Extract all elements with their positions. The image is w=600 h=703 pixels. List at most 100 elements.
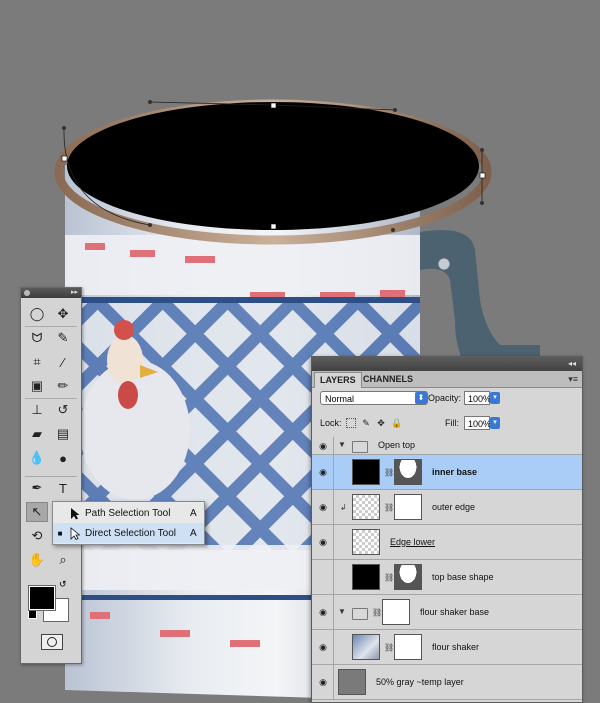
clone-stamp-tool-icon[interactable]: ⊥	[26, 400, 48, 420]
link-chain-icon[interactable]: ⛓	[384, 503, 394, 512]
pen-tool-icon[interactable]: ✒	[26, 478, 48, 498]
layer-mask-thumbnail[interactable]	[382, 599, 410, 625]
lock-all-icon[interactable]: 🔒	[391, 418, 402, 428]
folder-icon	[352, 607, 368, 620]
layer-row[interactable]: ◉ Edge lower	[312, 525, 582, 560]
visibility-toggle[interactable]: ◉	[312, 665, 334, 699]
tab-channels[interactable]: CHANNELS	[358, 372, 418, 387]
panel-menu-icon[interactable]: ▾≡	[568, 371, 578, 387]
blur-tool-icon[interactable]: 💧	[26, 448, 48, 468]
link-chain-icon[interactable]: ⛓	[384, 573, 394, 582]
layer-mask-thumbnail[interactable]	[394, 564, 422, 590]
expand-triangle-icon[interactable]: ▼	[338, 440, 346, 449]
move-tool-icon[interactable]: ✥	[52, 304, 74, 324]
link-chain-icon[interactable]: ⛓	[372, 608, 382, 617]
layer-thumbnail[interactable]	[352, 634, 380, 660]
visibility-toggle[interactable]: ◉	[312, 437, 334, 454]
history-brush-tool-icon[interactable]: ↺	[52, 400, 74, 420]
lock-position-icon[interactable]: ✥	[376, 418, 386, 428]
link-chain-icon[interactable]: ⛓	[384, 643, 394, 652]
direct-selection-tool-icon[interactable]: ↖	[26, 502, 48, 522]
menu-item-label: Path Selection Tool	[85, 507, 171, 519]
hand-tool-icon[interactable]: ✋	[26, 550, 48, 570]
menu-item-path-selection-tool[interactable]: Path Selection Tool A	[53, 503, 204, 523]
layer-thumbnail[interactable]	[352, 529, 380, 555]
layers-panel-titlebar[interactable]: ◂◂	[312, 357, 582, 371]
3d-rotate-tool-icon[interactable]: ⟲	[26, 526, 48, 546]
fill-dropdown-icon[interactable]: ▾	[490, 417, 500, 429]
link-chain-icon[interactable]: ⛓	[384, 468, 394, 477]
layer-name: flour shaker base	[420, 606, 490, 617]
tool-separator	[25, 476, 77, 477]
fill-field[interactable]: 100% ▾	[464, 416, 500, 430]
tools-palette-titlebar[interactable]: ▸▸	[21, 288, 81, 298]
blend-mode-select[interactable]: Normal ⬍	[320, 391, 428, 405]
layer-thumbnail[interactable]	[352, 494, 380, 520]
expand-icon[interactable]: ▸▸	[71, 288, 78, 298]
blend-mode-value: Normal	[325, 394, 355, 404]
eyedropper-tool-icon[interactable]: ⁄	[52, 352, 74, 372]
lock-transparency-icon[interactable]	[346, 418, 356, 428]
elliptical-marquee-tool-icon[interactable]: ◯	[26, 304, 48, 324]
opacity-value: 100%	[468, 394, 492, 404]
layer-name: outer edge	[432, 501, 476, 512]
foreground-color-swatch[interactable]	[28, 585, 56, 611]
quick-selection-tool-icon[interactable]: ✎	[52, 328, 74, 348]
layer-name: top base shape	[432, 571, 494, 582]
layer-row[interactable]: ◉ ↲ ⛓ outer edge	[312, 490, 582, 525]
eye-icon: ◉	[319, 677, 327, 687]
healing-brush-tool-icon[interactable]: ▣	[26, 376, 48, 396]
visibility-toggle[interactable]: ◉	[312, 630, 334, 664]
layer-name: Edge lower	[390, 536, 436, 547]
layer-thumbnail[interactable]	[352, 564, 380, 590]
visibility-toggle[interactable]	[312, 560, 334, 594]
opacity-dropdown-icon[interactable]: ▾	[490, 392, 500, 404]
quick-mask-icon	[47, 637, 57, 647]
zoom-tool-icon[interactable]: ⌕	[52, 550, 74, 570]
quick-mask-button[interactable]	[41, 634, 63, 650]
folder-icon	[352, 441, 368, 453]
menu-item-label: Direct Selection Tool	[85, 527, 176, 539]
layer-row[interactable]: ◉ ⛓ inner base	[312, 455, 582, 490]
brush-tool-icon[interactable]: ✏	[52, 376, 74, 396]
expand-triangle-icon[interactable]: ▼	[338, 607, 346, 616]
visibility-toggle[interactable]: ◉	[312, 490, 334, 524]
layer-mask-thumbnail[interactable]	[394, 459, 422, 485]
layer-thumbnail[interactable]	[338, 669, 366, 695]
eye-icon: ◉	[319, 440, 327, 451]
tab-layers[interactable]: LAYERS	[314, 372, 362, 388]
visibility-toggle[interactable]: ◉	[312, 595, 334, 629]
eye-icon: ◉	[319, 537, 327, 547]
visibility-toggle[interactable]: ◉	[312, 455, 334, 489]
direct-selection-arrow-icon	[67, 525, 83, 541]
layer-row[interactable]: ◉ 50% gray ~temp layer	[312, 665, 582, 700]
layer-name: 50% gray ~temp layer	[376, 676, 464, 687]
layer-thumbnail[interactable]	[352, 459, 380, 485]
lock-label: Lock:	[320, 418, 342, 428]
gradient-tool-icon[interactable]: ▤	[52, 424, 74, 444]
type-tool-icon[interactable]: T	[52, 478, 74, 498]
lasso-tool-icon[interactable]: ᗢ	[26, 328, 48, 348]
menu-item-direct-selection-tool[interactable]: ■ Direct Selection Tool A	[53, 523, 204, 543]
crop-tool-icon[interactable]: ⌗	[26, 352, 48, 372]
swap-colors-icon[interactable]: ↺	[59, 579, 67, 590]
collapse-icon[interactable]: ◂◂	[568, 357, 576, 371]
opacity-field[interactable]: 100% ▾	[464, 391, 500, 405]
eye-icon: ◉	[319, 467, 327, 477]
dodge-tool-icon[interactable]: ●	[52, 448, 74, 468]
layer-row[interactable]: ◉ ⛓ flour shaker	[312, 630, 582, 665]
visibility-toggle[interactable]: ◉	[312, 525, 334, 559]
layer-group-row[interactable]: ◉ ▼ ⛓ flour shaker base	[312, 595, 582, 630]
layer-row[interactable]: ⛓ top base shape	[312, 560, 582, 595]
layer-mask-thumbnail[interactable]	[394, 494, 422, 520]
close-icon[interactable]	[24, 290, 30, 296]
layer-list: ◉ ▼ Open top ◉ ⛓ inner base ◉ ↲ ⛓ outer edge ◉ Edge…	[312, 437, 582, 702]
layers-panel: ◂◂ LAYERS CHANNELS ▾≡ Normal ⬍ Opacity: …	[311, 356, 583, 703]
eraser-tool-icon[interactable]: ▰	[26, 424, 48, 444]
lock-image-icon[interactable]: ✎	[361, 418, 371, 428]
layer-group-row[interactable]: ◉ ▼ Open top	[312, 437, 582, 455]
layer-mask-thumbnail[interactable]	[394, 634, 422, 660]
default-colors-icon[interactable]	[28, 610, 37, 619]
menu-item-shortcut: A	[190, 527, 197, 539]
path-selection-arrow-icon	[67, 505, 83, 521]
